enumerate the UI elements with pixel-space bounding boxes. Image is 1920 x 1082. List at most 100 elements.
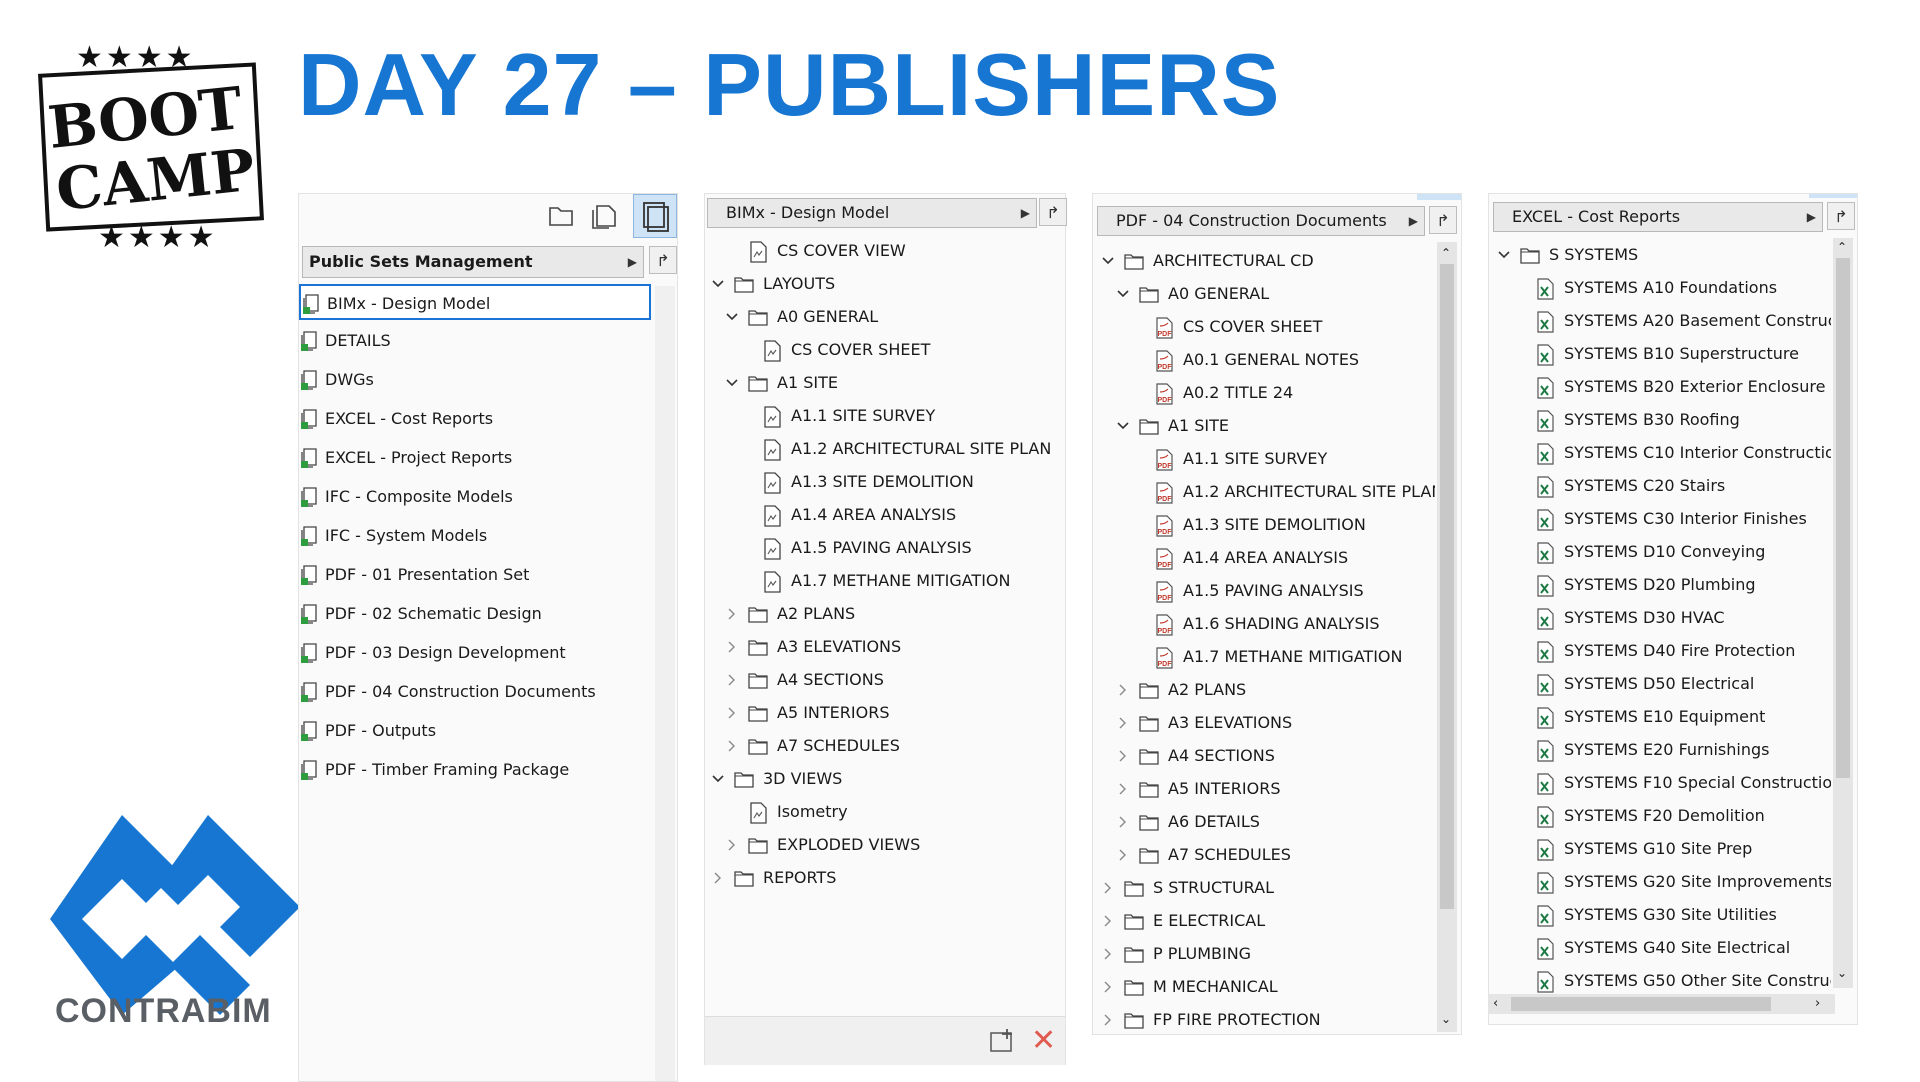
tree-item[interactable]: SYSTEMS A10 Foundations (1489, 271, 1831, 304)
chevron-right-icon[interactable] (1116, 716, 1130, 730)
chevron-right-icon[interactable] (1101, 881, 1115, 895)
tree-item[interactable]: SYSTEMS G50 Other Site Construct (1489, 964, 1831, 997)
tree-item[interactable]: PDF A1.6 SHADING ANALYSIS (1093, 607, 1435, 640)
expand-arrow-icon[interactable]: ▶ (1409, 207, 1418, 235)
chevron-right-icon[interactable] (1116, 782, 1130, 796)
scroll-up-icon[interactable]: ⌃ (1441, 246, 1451, 260)
chevron-right-icon[interactable] (725, 706, 739, 720)
publisher-set-item[interactable]: PDF - 02 Schematic Design (299, 596, 639, 632)
publisher-set-item[interactable]: BIMx - Design Model (299, 284, 651, 320)
tree-item[interactable]: PDF A0.1 GENERAL NOTES (1093, 343, 1435, 376)
move-up-icon[interactable]: ↱ (1827, 202, 1855, 230)
publisher-set-item[interactable]: DWGs (299, 362, 639, 398)
tree-item[interactable]: EXPLODED VIEWS (705, 828, 1061, 861)
publisher-set-item[interactable]: PDF - Outputs (299, 713, 639, 749)
chevron-down-icon[interactable] (725, 310, 739, 324)
tree-item[interactable]: PDF A1.5 PAVING ANALYSIS (1093, 574, 1435, 607)
tree-item[interactable]: SYSTEMS C10 Interior Construction (1489, 436, 1831, 469)
chevron-right-icon[interactable] (1101, 914, 1115, 928)
tree-item[interactable]: SYSTEMS A20 Basement Constructi (1489, 304, 1831, 337)
tree-item[interactable]: SYSTEMS D30 HVAC (1489, 601, 1831, 634)
chevron-right-icon[interactable] (711, 871, 725, 885)
tree-item[interactable]: SYSTEMS B20 Exterior Enclosure (1489, 370, 1831, 403)
chevron-right-icon[interactable] (1101, 947, 1115, 961)
tree-item[interactable]: A1.3 SITE DEMOLITION (705, 465, 1061, 498)
tree-item[interactable]: A1.2 ARCHITECTURAL SITE PLAN (705, 432, 1061, 465)
panel-header[interactable]: Public Sets Management ▶ (302, 246, 644, 278)
chevron-right-icon[interactable] (1116, 749, 1130, 763)
move-up-icon[interactable]: ↱ (649, 246, 677, 274)
tree-item[interactable]: A1.4 AREA ANALYSIS (705, 498, 1061, 531)
tree-item[interactable]: PDF A0.2 TITLE 24 (1093, 376, 1435, 409)
panel-header[interactable]: BIMx - Design Model ▶ (707, 198, 1037, 228)
publisher-set-item[interactable]: EXCEL - Cost Reports (299, 401, 639, 437)
chevron-right-icon[interactable] (725, 838, 739, 852)
expand-arrow-icon[interactable]: ▶ (1807, 203, 1816, 231)
scroll-down-icon[interactable]: ⌄ (1837, 966, 1847, 980)
tree-item[interactable]: A2 PLANS (705, 597, 1061, 630)
chevron-down-icon[interactable] (1497, 248, 1511, 262)
tree-item[interactable]: P PLUMBING (1093, 937, 1435, 970)
scroll-up-icon[interactable]: ⌃ (1837, 240, 1847, 254)
chevron-right-icon[interactable] (725, 673, 739, 687)
panel-header[interactable]: PDF - 04 Construction Documents ▶ (1097, 206, 1425, 236)
tree-item[interactable]: FP FIRE PROTECTION (1093, 1003, 1435, 1036)
scroll-left-icon[interactable]: ‹ (1493, 996, 1498, 1011)
tree-item[interactable]: S STRUCTURAL (1093, 871, 1435, 904)
tree-item[interactable]: SYSTEMS F20 Demolition (1489, 799, 1831, 832)
tree-item[interactable]: A5 INTERIORS (1093, 772, 1435, 805)
tree-item[interactable]: A7 SCHEDULES (1093, 838, 1435, 871)
tree-item[interactable]: SYSTEMS D20 Plumbing (1489, 568, 1831, 601)
tree-item[interactable]: PDF A1.4 AREA ANALYSIS (1093, 541, 1435, 574)
chevron-right-icon[interactable] (1116, 683, 1130, 697)
tree-item[interactable]: A7 SCHEDULES (705, 729, 1061, 762)
tree-item[interactable]: SYSTEMS D40 Fire Protection (1489, 634, 1831, 667)
panel-header[interactable]: EXCEL - Cost Reports ▶ (1493, 202, 1823, 232)
tree-item[interactable]: SYSTEMS E20 Furnishings (1489, 733, 1831, 766)
scrollbar[interactable]: ⌃ ⌄ (1833, 238, 1853, 988)
tree-item[interactable]: M MECHANICAL (1093, 970, 1435, 1003)
tree-item[interactable]: SYSTEMS G20 Site Improvements (1489, 865, 1831, 898)
tree-item[interactable]: A1.1 SITE SURVEY (705, 399, 1061, 432)
tree-item[interactable]: A0 GENERAL (705, 300, 1061, 333)
tree-item[interactable]: A5 INTERIORS (705, 696, 1061, 729)
chevron-down-icon[interactable] (1101, 254, 1115, 268)
chevron-right-icon[interactable] (725, 607, 739, 621)
tree-item[interactable]: SYSTEMS G10 Site Prep (1489, 832, 1831, 865)
chevron-down-icon[interactable] (1116, 287, 1130, 301)
scrollbar-thumb[interactable] (1440, 264, 1454, 909)
tree-item[interactable]: A1 SITE (1093, 409, 1435, 442)
tree-item[interactable]: SYSTEMS C30 Interior Finishes (1489, 502, 1831, 535)
tree-item[interactable]: A1.7 METHANE MITIGATION (705, 564, 1061, 597)
tree-item[interactable]: A0 GENERAL (1093, 277, 1435, 310)
tree-item[interactable]: SYSTEMS F10 Special Construction (1489, 766, 1831, 799)
scroll-right-icon[interactable]: › (1815, 996, 1820, 1011)
chevron-right-icon[interactable] (1116, 848, 1130, 862)
move-up-icon[interactable]: ↱ (1039, 198, 1067, 226)
tree-item[interactable]: A3 ELEVATIONS (705, 630, 1061, 663)
tree-item[interactable]: A4 SECTIONS (705, 663, 1061, 696)
tree-item[interactable]: 3D VIEWS (705, 762, 1061, 795)
tree-item[interactable]: Isometry (705, 795, 1061, 828)
tree-item[interactable]: SYSTEMS G30 Site Utilities (1489, 898, 1831, 931)
tree-item[interactable]: E ELECTRICAL (1093, 904, 1435, 937)
tree-item[interactable]: REPORTS (705, 861, 1061, 894)
publisher-set-item[interactable]: DETAILS (299, 323, 639, 359)
tree-item[interactable]: SYSTEMS D10 Conveying (1489, 535, 1831, 568)
tree-item[interactable]: A1 SITE (705, 366, 1061, 399)
tree-item[interactable]: CS COVER VIEW (705, 234, 1061, 267)
tree-item[interactable]: A2 PLANS (1093, 673, 1435, 706)
tree-item[interactable]: A4 SECTIONS (1093, 739, 1435, 772)
scroll-down-icon[interactable]: ⌄ (1441, 1012, 1451, 1026)
tree-item[interactable]: PDF A1.1 SITE SURVEY (1093, 442, 1435, 475)
chevron-down-icon[interactable] (711, 277, 725, 291)
publisher-set-item[interactable]: EXCEL - Project Reports (299, 440, 639, 476)
chevron-right-icon[interactable] (725, 739, 739, 753)
tree-item[interactable]: PDF A1.7 METHANE MITIGATION (1093, 640, 1435, 673)
publisher-sets-icon[interactable] (633, 194, 677, 238)
scrollbar-thumb[interactable] (1511, 997, 1771, 1011)
chevron-down-icon[interactable] (711, 772, 725, 786)
tree-item[interactable]: SYSTEMS B10 Superstructure (1489, 337, 1831, 370)
new-item-icon[interactable] (987, 1025, 1019, 1057)
chevron-right-icon[interactable] (1116, 815, 1130, 829)
